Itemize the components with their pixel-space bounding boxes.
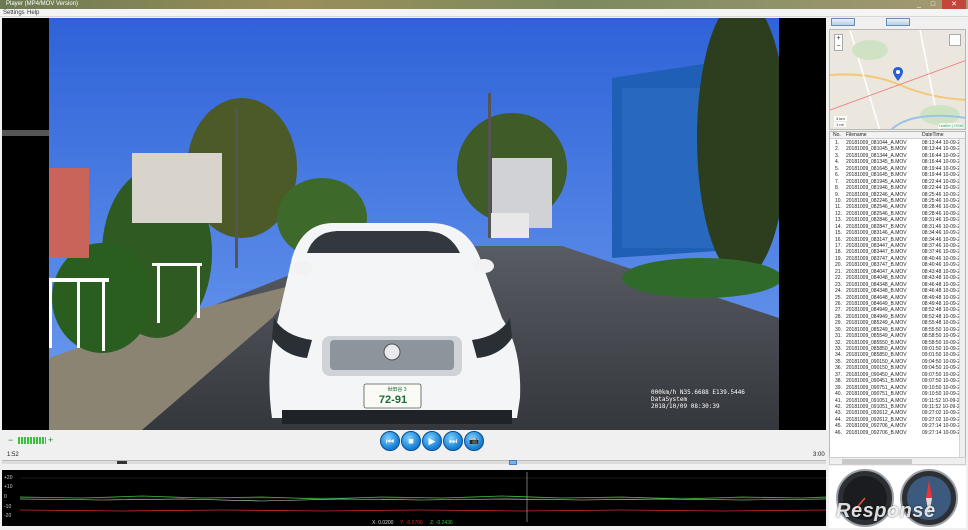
map-scale-km: 3 km <box>834 116 847 121</box>
license-plate-region: 世田谷 3 <box>387 387 407 393</box>
file-list-row[interactable]: 46. 20181009_092706_B.MOV 09:27:14 10-09-2 <box>830 430 960 436</box>
file-list-scrollbar[interactable] <box>959 139 965 464</box>
map-attribution[interactable]: Leaflet | OSM <box>938 123 963 128</box>
maximize-button[interactable]: □ <box>926 0 940 9</box>
overlay-speed-gps: 000km/h N35.6688 E139.5446 <box>651 389 745 396</box>
header-filename[interactable]: Filename <box>846 132 867 139</box>
file-list-rows: 1. 20181009_081044_A.MOV 08:13:44 10-09-2 2… <box>830 140 960 436</box>
previous-button[interactable]: ⏮ <box>380 431 400 451</box>
file-list-header: No. Filename DateTime <box>830 132 965 139</box>
title-bar: Player (MP4/MOV Version) <box>0 0 968 9</box>
watermark-logo: Response <box>836 500 936 522</box>
graph-line-white <box>19 498 826 502</box>
license-plate-number: 72-91 <box>378 394 408 406</box>
file-no: 46. <box>835 429 842 436</box>
stop-button[interactable]: ■ <box>401 431 421 451</box>
graph-line-green <box>19 495 826 500</box>
map-view[interactable]: + − 3 km 1 mi Leaflet | OSM <box>829 29 966 130</box>
map-scale-mi: 1 mi <box>834 122 846 127</box>
close-button[interactable]: ✕ <box>942 0 966 9</box>
seek-bar[interactable] <box>2 460 826 465</box>
map-layers-icon[interactable] <box>949 34 961 46</box>
file-list-hscrollbar[interactable] <box>829 457 966 465</box>
next-button[interactable]: ⏭ <box>443 431 463 451</box>
overlay-brand: DataSystem <box>651 396 688 403</box>
graph-readout-z: Z: -0.2436 <box>430 520 453 526</box>
file-list[interactable]: No. Filename DateTime 1. 20181009_081044_… <box>829 131 966 465</box>
hscroll-thumb[interactable] <box>842 459 912 464</box>
graph-readout-y: Y: -0.0706 <box>400 520 423 526</box>
g-sensor-graph[interactable]: +20 +10 0 -10 -20 X: 0.0200 Y: -0.0706 Z… <box>2 470 826 526</box>
video-frame-image <box>2 18 826 430</box>
panel-button-left[interactable] <box>831 18 855 26</box>
header-datetime[interactable]: DateTime <box>922 132 944 139</box>
graph-line-red <box>19 509 826 512</box>
seek-marker <box>117 461 127 464</box>
volume-up-button[interactable]: + <box>48 436 53 445</box>
volume-down-button[interactable]: − <box>8 436 13 445</box>
file-name: 20181009_092706_B.MOV <box>846 429 907 436</box>
map-zoom-controls[interactable]: + − <box>834 34 843 51</box>
menu-help[interactable]: Help <box>27 9 39 17</box>
overlay-timestamp: 2018/10/09 08:30:39 <box>651 403 720 410</box>
graph-readout-x: X: 0.0200 <box>372 520 394 526</box>
graph-plot <box>19 472 826 522</box>
file-datetime: 09:27:14 10-09-2 <box>922 429 961 436</box>
window-title: Player (MP4/MOV Version) <box>6 1 79 7</box>
play-button[interactable]: ▶ <box>422 431 442 451</box>
menu-bar: Settings Help <box>0 9 968 17</box>
video-overlay: 000km/h N35.6688 E139.5446 DataSystem 20… <box>651 389 745 410</box>
volume-level-bar[interactable] <box>18 437 46 444</box>
panel-button-right[interactable] <box>886 18 910 26</box>
minimize-button[interactable]: _ <box>912 0 926 9</box>
video-display[interactable]: 世田谷 3 72-91 <box>2 18 826 430</box>
elapsed-time: 1:52 <box>7 452 19 458</box>
snapshot-button[interactable]: 📷 <box>464 431 484 451</box>
seek-thumb[interactable] <box>508 460 517 465</box>
menu-settings[interactable]: Settings <box>3 9 25 17</box>
map-pin-icon <box>893 67 903 81</box>
header-no[interactable]: No. <box>833 132 841 139</box>
total-duration: 3:00 <box>813 452 825 458</box>
